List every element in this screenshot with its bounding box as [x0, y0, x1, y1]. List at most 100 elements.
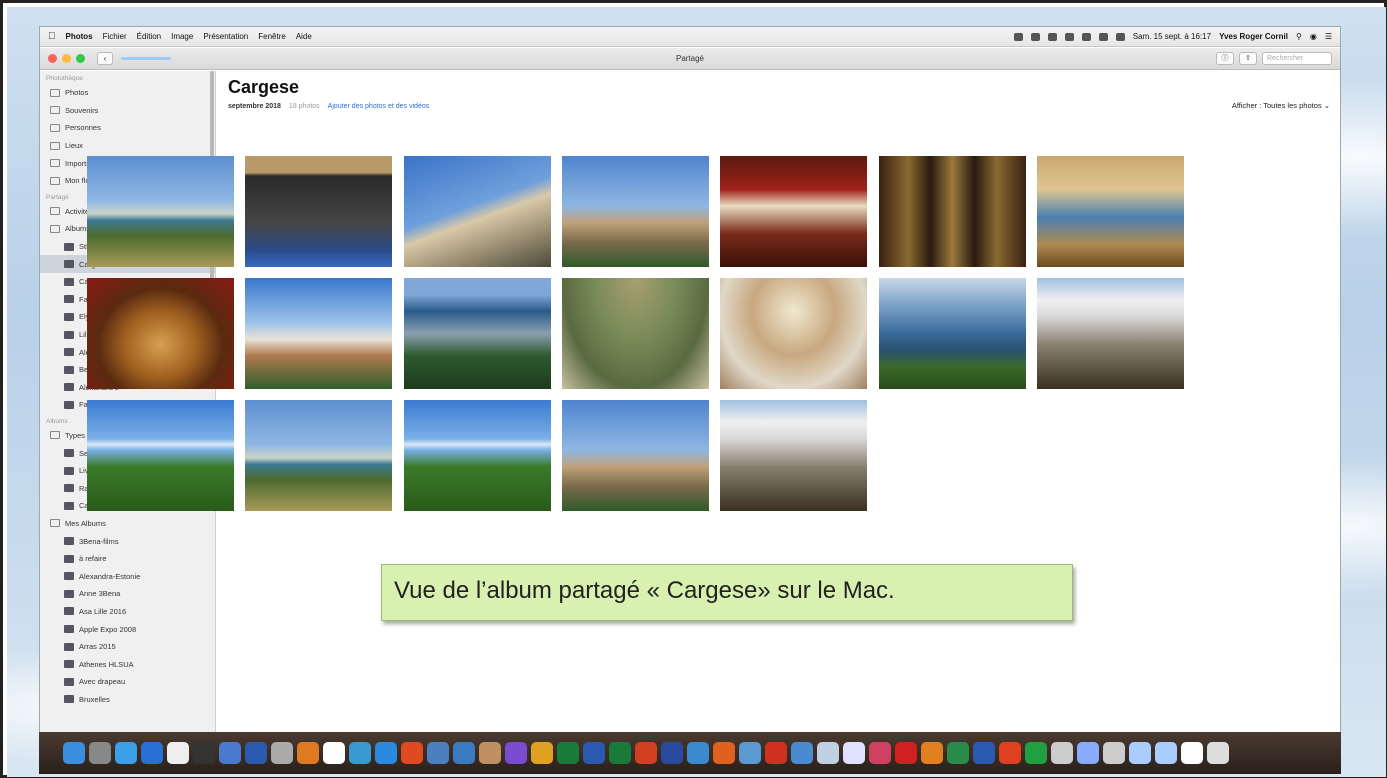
menu-item[interactable]: Édition: [137, 32, 161, 41]
photo-thumbnail[interactable]: [403, 278, 551, 389]
photo-thumbnail[interactable]: [720, 278, 868, 389]
photo-thumbnail[interactable]: [245, 156, 393, 267]
photo-thumbnail[interactable]: [245, 400, 393, 511]
sidebar-item[interactable]: 3Bena-films: [40, 532, 215, 550]
dock-app-icon[interactable]: [1025, 742, 1047, 764]
bluetooth-icon[interactable]: [1047, 32, 1057, 41]
sidebar-item[interactable]: à refaire: [40, 550, 215, 568]
dock-app-icon[interactable]: [323, 742, 345, 764]
photo-thumbnail[interactable]: [403, 156, 551, 267]
dock-app-icon[interactable]: [765, 742, 787, 764]
dock-app-icon[interactable]: [999, 742, 1021, 764]
clock[interactable]: Sam. 15 sept. à 16:17: [1133, 32, 1211, 41]
dock-app-icon[interactable]: [1103, 742, 1125, 764]
dock-app-icon[interactable]: [609, 742, 631, 764]
dock-app-icon[interactable]: [1129, 742, 1151, 764]
sidebar-item[interactable]: Lieux: [40, 137, 215, 155]
photo-thumbnail[interactable]: [561, 278, 709, 389]
photo-thumbnail[interactable]: [87, 156, 234, 267]
sidebar-item[interactable]: Arras 2015: [40, 638, 215, 656]
dock-app-icon[interactable]: [193, 742, 215, 764]
photo-thumbnail[interactable]: [878, 156, 1026, 267]
photo-thumbnail[interactable]: [1036, 156, 1184, 267]
sidebar-item[interactable]: Avec drapeau: [40, 673, 215, 691]
sidebar-item[interactable]: Alexandra-Estonie: [40, 567, 215, 585]
photo-thumbnail[interactable]: [87, 400, 234, 511]
filter-dropdown[interactable]: Afficher : Toutes les photos ⌄: [1232, 101, 1330, 110]
sidebar-item[interactable]: Photos: [40, 84, 215, 102]
dock-app-icon[interactable]: [453, 742, 475, 764]
photo-thumbnail[interactable]: [403, 400, 551, 511]
battery-icon[interactable]: [1115, 32, 1125, 41]
sidebar-item[interactable]: Personnes: [40, 119, 215, 137]
sidebar-item[interactable]: Athenes HLSUA: [40, 655, 215, 673]
sidebar-item[interactable]: Souvenirs: [40, 102, 215, 120]
dock-app-icon[interactable]: [297, 742, 319, 764]
dock-app-icon[interactable]: [271, 742, 293, 764]
photo-thumbnail[interactable]: [720, 156, 868, 267]
dock-app-icon[interactable]: [557, 742, 579, 764]
photo-thumbnail[interactable]: [561, 156, 709, 267]
volume-icon[interactable]: [1098, 32, 1108, 41]
menu-item[interactable]: Fichier: [103, 32, 127, 41]
dock-app-icon[interactable]: [479, 742, 501, 764]
dock-app-icon[interactable]: [1181, 742, 1203, 764]
dock-app-icon[interactable]: [1051, 742, 1073, 764]
dock-app-icon[interactable]: [89, 742, 111, 764]
dock-app-icon[interactable]: [687, 742, 709, 764]
siri-icon[interactable]: ◉: [1310, 32, 1317, 41]
spotlight-icon[interactable]: ⚲: [1296, 32, 1302, 41]
zoom-button[interactable]: [76, 54, 85, 63]
share-button[interactable]: ⇧: [1239, 52, 1257, 65]
dock-app-icon[interactable]: [167, 742, 189, 764]
dock-app-icon[interactable]: [713, 742, 735, 764]
photo-thumbnail[interactable]: [720, 400, 868, 511]
dock-app-icon[interactable]: [401, 742, 423, 764]
dock-app-icon[interactable]: [115, 742, 137, 764]
photo-thumbnail[interactable]: [245, 278, 393, 389]
notification-icon[interactable]: ☰: [1325, 32, 1332, 41]
dock-app-icon[interactable]: [245, 742, 267, 764]
sidebar-item[interactable]: Apple Expo 2008: [40, 620, 215, 638]
dock-app-icon[interactable]: [349, 742, 371, 764]
dock-app-icon[interactable]: [219, 742, 241, 764]
dock-app-icon[interactable]: [375, 742, 397, 764]
dock-app-icon[interactable]: [921, 742, 943, 764]
dock-app-icon[interactable]: [1207, 742, 1229, 764]
info-button[interactable]: ⓘ: [1216, 52, 1234, 65]
dock-app-icon[interactable]: [427, 742, 449, 764]
dock-app-icon[interactable]: [141, 742, 163, 764]
dock-app-icon[interactable]: [661, 742, 683, 764]
wifi-icon[interactable]: [1064, 32, 1074, 41]
menu-item[interactable]: Présentation: [203, 32, 248, 41]
sidebar-item[interactable]: Bruxelles: [40, 691, 215, 709]
user-menu[interactable]: Yves Roger Cornil: [1219, 32, 1288, 41]
apple-icon[interactable]: : [48, 31, 56, 42]
dock-app-icon[interactable]: [505, 742, 527, 764]
photo-thumbnail[interactable]: [1036, 278, 1184, 389]
dock-app-icon[interactable]: [583, 742, 605, 764]
sidebar-item[interactable]: Mes Albums: [40, 515, 215, 533]
dock-app-icon[interactable]: [635, 742, 657, 764]
airplay-icon[interactable]: [1081, 32, 1091, 41]
dock-app-icon[interactable]: [947, 742, 969, 764]
dock-app-icon[interactable]: [791, 742, 813, 764]
menu-item[interactable]: Aide: [296, 32, 312, 41]
sidebar-item[interactable]: Asa Lille 2016: [40, 603, 215, 621]
menu-item[interactable]: Photos: [66, 32, 93, 41]
dock-app-icon[interactable]: [843, 742, 865, 764]
close-button[interactable]: [48, 54, 57, 63]
dock-app-icon[interactable]: [869, 742, 891, 764]
dock-app-icon[interactable]: [1077, 742, 1099, 764]
zoom-slider[interactable]: [121, 57, 171, 60]
minimize-button[interactable]: [62, 54, 71, 63]
sidebar-item[interactable]: Anne 3Bena: [40, 585, 215, 603]
menu-item[interactable]: Image: [171, 32, 193, 41]
menu-item[interactable]: Fenêtre: [258, 32, 286, 41]
time-machine-icon[interactable]: [1030, 32, 1040, 41]
search-input[interactable]: Rechercher: [1262, 52, 1332, 65]
photo-thumbnail[interactable]: [561, 400, 709, 511]
dock-app-icon[interactable]: [739, 742, 761, 764]
back-button[interactable]: ‹: [97, 52, 113, 65]
photo-thumbnail[interactable]: [878, 278, 1026, 389]
